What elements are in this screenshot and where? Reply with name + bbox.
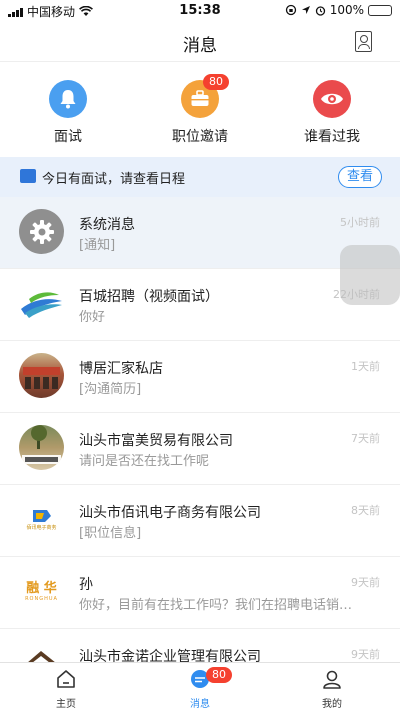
message-preview: [沟通简历] — [79, 382, 142, 397]
message-preview: [职位信息] — [79, 526, 142, 541]
message-time: 9天前 — [351, 576, 380, 589]
calendar-icon — [20, 169, 36, 183]
battery-percent: 100% — [329, 3, 364, 17]
message-time: 8天前 — [351, 504, 380, 517]
status-bar: 中国移动 15:38 100% — [0, 0, 400, 22]
quick-action-interview[interactable]: 面试 — [8, 80, 128, 146]
gear-icon — [19, 209, 64, 254]
message-title: 博居汇家私店 — [79, 361, 163, 377]
quick-action-job-invite[interactable]: 80 职位邀请 — [140, 74, 260, 146]
battery-icon — [368, 4, 392, 16]
message-title: 百城招聘（视频面试） — [79, 289, 219, 305]
message-preview: 你好，目前有在找工作吗？我们在招聘电话销… — [79, 598, 353, 613]
assistive-touch-button[interactable] — [340, 245, 400, 305]
message-title: 汕头市富美贸易有限公司 — [79, 433, 233, 449]
home-icon — [57, 670, 75, 688]
company-logo-subtext: RONGHUA — [25, 595, 58, 602]
bell-icon — [49, 80, 87, 118]
message-preview: 你好 — [79, 310, 106, 325]
message-title: 汕头市金诺企业管理有限公司 — [79, 649, 261, 662]
company-logo — [19, 281, 64, 326]
tab-label: 主页 — [56, 699, 76, 710]
briefcase-icon: 80 — [181, 74, 229, 118]
company-logo-text: 佰讯电子商务 — [26, 525, 57, 531]
message-preview: [通知] — [79, 238, 116, 253]
message-time: 1天前 — [351, 360, 380, 373]
messages-count-badge: 80 — [206, 667, 232, 683]
quick-actions: 面试 80 职位邀请 谁看过我 — [0, 62, 400, 157]
company-avatar — [19, 425, 64, 470]
page-title: 消息 — [183, 36, 217, 56]
tab-messages[interactable]: 80 消息 — [160, 667, 240, 710]
message-preview: 请问是否还在找工作呢 — [79, 454, 210, 469]
quick-action-viewers[interactable]: 谁看过我 — [272, 80, 392, 146]
company-logo: 佰讯电子商务 — [19, 497, 64, 542]
company-logo — [19, 641, 64, 662]
message-title: 孙 — [79, 577, 93, 593]
location-icon — [301, 6, 310, 14]
banner-text: 今日有面试，请查看日程 — [42, 172, 186, 187]
tab-label: 我的 — [322, 699, 342, 710]
invite-count-badge: 80 — [203, 74, 229, 90]
rotation-lock-icon — [285, 4, 296, 16]
quick-action-label: 职位邀请 — [172, 129, 228, 145]
quick-action-label: 面试 — [54, 129, 82, 145]
message-title: 系统消息 — [79, 217, 135, 233]
company-logo: 融 华 RONGHUA — [19, 569, 64, 614]
alarm-icon — [315, 5, 325, 16]
tab-profile[interactable]: 我的 — [292, 669, 372, 710]
message-time: 7天前 — [351, 432, 380, 445]
list-item[interactable]: 汕头市富美贸易有限公司 请问是否还在找工作呢 7天前 — [0, 413, 400, 485]
company-avatar — [19, 353, 64, 398]
interview-banner: 今日有面试，请查看日程 查看 — [0, 157, 400, 197]
list-item[interactable]: 汕头市金诺企业管理有限公司 9天前 — [0, 629, 400, 662]
message-time: 9天前 — [351, 648, 380, 661]
list-item[interactable]: 融 华 RONGHUA 孙 你好，目前有在找工作吗？我们在招聘电话销… 9天前 — [0, 557, 400, 629]
user-icon — [323, 670, 341, 689]
message-title: 汕头市佰讯电子商务有限公司 — [79, 505, 261, 521]
status-right: 100% — [285, 3, 392, 17]
quick-action-label: 谁看过我 — [304, 129, 360, 145]
message-time: 5小时前 — [340, 216, 380, 229]
contacts-icon[interactable] — [355, 31, 372, 52]
tab-home[interactable]: 主页 — [26, 669, 106, 710]
company-logo-text: 融 华 — [26, 580, 57, 596]
list-item[interactable]: 佰讯电子商务 汕头市佰讯电子商务有限公司 [职位信息] 8天前 — [0, 485, 400, 557]
view-schedule-button[interactable]: 查看 — [338, 166, 382, 188]
tab-bar: 主页 80 消息 我的 — [0, 662, 400, 710]
navbar: 消息 — [0, 22, 400, 62]
eye-icon — [313, 80, 351, 118]
list-item[interactable]: 博居汇家私店 [沟通简历] 1天前 — [0, 341, 400, 413]
tab-label: 消息 — [190, 699, 210, 710]
